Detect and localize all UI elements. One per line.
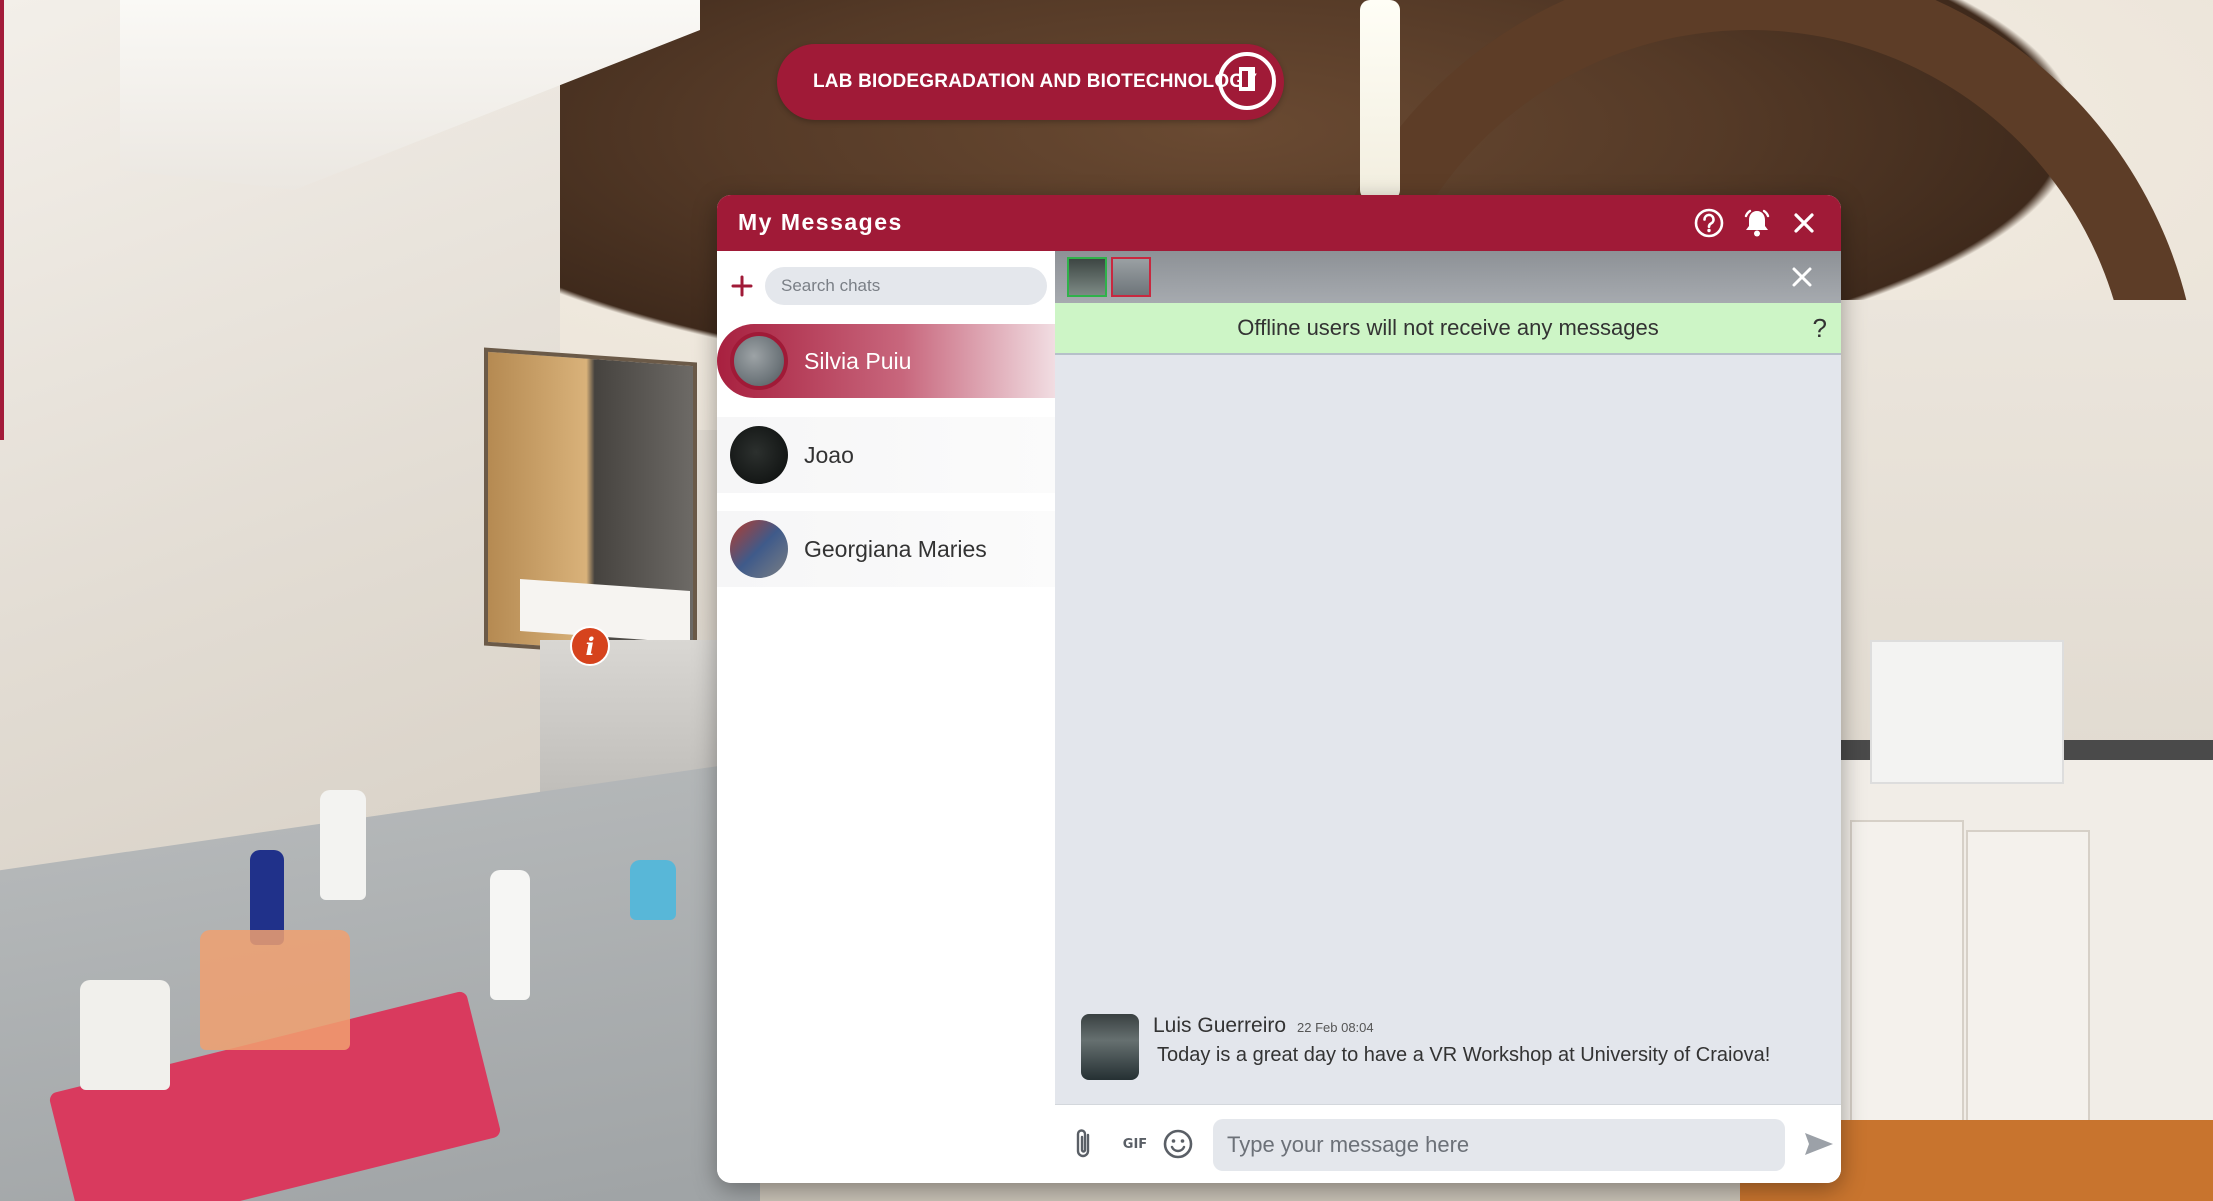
plus-icon — [731, 275, 753, 297]
message-author: Luis Guerreiro — [1153, 1014, 1287, 1037]
send-icon[interactable] — [1801, 1125, 1837, 1163]
offline-notice: Offline users will not receive any messa… — [1055, 303, 1841, 355]
open-chat-tab[interactable] — [1067, 257, 1107, 297]
notice-help-button[interactable]: ? — [1813, 313, 1827, 344]
location-banner: LAB BIODEGRADATION AND BIOTECHNOLOGY — [777, 44, 1284, 120]
spray-bottle — [630, 860, 676, 920]
chat-name: Joao — [804, 441, 854, 468]
emoji-icon[interactable] — [1159, 1125, 1197, 1163]
chat-panel: Offline users will not receive any messa… — [1055, 251, 1841, 1183]
chat-item-georgiana-maries[interactable]: Georgiana Maries — [717, 511, 1055, 587]
chat-name: Georgiana Maries — [804, 535, 987, 562]
info-icon[interactable]: i — [570, 626, 610, 666]
exit-door-icon — [1234, 65, 1260, 98]
close-chat-icon[interactable] — [1785, 260, 1819, 294]
lab-box — [1870, 640, 2064, 784]
open-chats-tabs — [1055, 251, 1841, 303]
cabinet-door — [1850, 820, 1964, 1154]
messages-window: My Messages Search chats Silvia Puiu Joa… — [717, 195, 1841, 1183]
avatar — [730, 426, 788, 484]
new-chat-button[interactable] — [727, 271, 757, 301]
exit-room-button[interactable] — [1218, 52, 1276, 110]
red-edge — [0, 0, 4, 440]
chat-name: Silvia Puiu — [804, 347, 912, 374]
chat-list-sidebar: Silvia Puiu Joao Georgiana Maries — [717, 251, 1057, 1183]
close-icon[interactable] — [1787, 206, 1821, 240]
container — [200, 930, 350, 1050]
avatar — [730, 520, 788, 578]
search-chats-input[interactable] — [765, 267, 1047, 305]
avatar — [730, 332, 788, 390]
container — [80, 980, 170, 1090]
ceiling-light — [1360, 0, 1400, 200]
open-chat-tab[interactable] — [1111, 257, 1151, 297]
message-avatar — [1081, 1014, 1139, 1080]
chat-item-joao[interactable]: Joao — [717, 417, 1055, 493]
bottle — [320, 790, 366, 900]
cabinet-door — [1966, 830, 2090, 1164]
location-title: LAB BIODEGRADATION AND BIOTECHNOLOGY — [813, 71, 1258, 92]
message-text: Today is a great day to have a VR Worksh… — [1157, 1044, 1771, 1066]
message-timestamp: 22 Feb 08:04 — [1297, 1020, 1374, 1035]
bottle — [490, 870, 530, 1000]
chat-message: Luis Guerreiro 22 Feb 08:04 Today is a g… — [1081, 1014, 1821, 1084]
message-composer: GIF — [1055, 1104, 1841, 1183]
paperclip-icon[interactable] — [1069, 1125, 1099, 1163]
message-input[interactable] — [1213, 1119, 1785, 1171]
chat-item-silvia-puiu[interactable]: Silvia Puiu — [717, 324, 1055, 398]
help-circle-icon[interactable] — [1692, 206, 1726, 240]
gif-icon[interactable]: GIF — [1117, 1125, 1153, 1163]
gif-label: GIF — [1122, 1136, 1148, 1152]
messages-header: My Messages — [717, 195, 1841, 251]
bell-icon[interactable] — [1740, 206, 1774, 240]
window-title: My Messages — [738, 209, 903, 235]
offline-notice-text: Offline users will not receive any messa… — [1237, 315, 1659, 340]
